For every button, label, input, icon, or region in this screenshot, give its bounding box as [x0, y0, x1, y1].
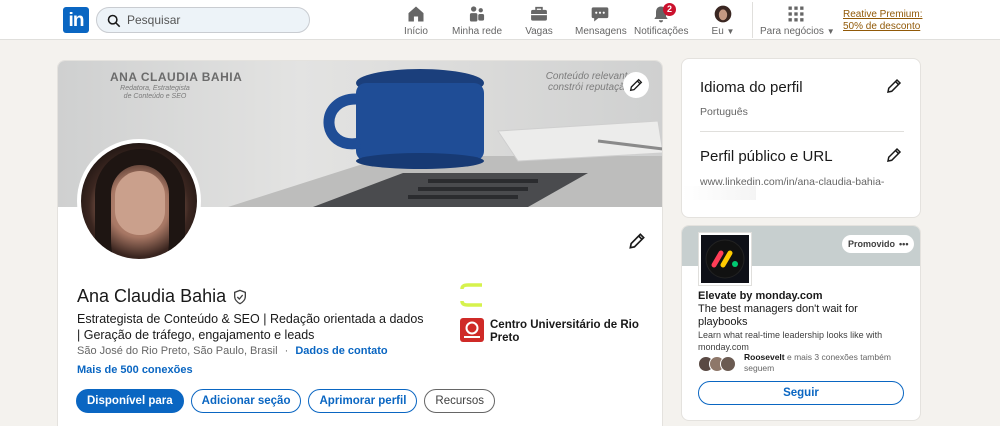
ad-connection-name: Roosevelt — [744, 352, 785, 362]
add-section-button[interactable]: Adicionar seção — [190, 389, 302, 413]
banner-slogan-text: Conteúdo relevante constrói reputação. — [545, 71, 633, 93]
ad-title[interactable]: Elevate by monday.com — [698, 290, 823, 302]
nav-jobs[interactable]: Vagas — [523, 4, 555, 38]
university-emblem-icon — [464, 321, 480, 338]
grid-icon — [788, 6, 804, 22]
profile-headline: Estrategista de Conteúdo & SEO | Redação… — [77, 312, 424, 342]
ad-description: Learn what real-time leadership looks li… — [698, 330, 883, 352]
profile-name-row: Ana Claudia Bahia — [77, 286, 248, 307]
nav-business-label-wrap: Para negócios ▼ — [760, 26, 835, 37]
promoted-ad-card: Promovido ••• Elevate by monday.com The … — [681, 225, 921, 421]
nav-jobs-label: Vagas — [525, 26, 553, 37]
nav-messaging[interactable]: Mensagens — [575, 4, 627, 38]
open-to-button[interactable]: Disponível para — [76, 389, 184, 413]
nav-network-label: Minha rede — [452, 26, 503, 37]
nav-business[interactable]: Para negócios ▼ — [760, 4, 835, 38]
profile-card: ANA CLAUDIA BAHIA Redatora, Estrategista… — [57, 60, 663, 426]
nav-notifications-label: Notificações — [634, 26, 689, 37]
premium-line-2: 50% de desconto — [843, 21, 921, 32]
nav-me-label-wrap: Eu ▼ — [706, 26, 740, 37]
connection-avatar — [720, 356, 736, 372]
resources-button[interactable]: Recursos — [424, 389, 495, 413]
education-logo[interactable] — [460, 318, 484, 342]
ad-social-proof: Roosevelt e mais 3 conexões também segue… — [744, 352, 914, 374]
connections-link[interactable]: Mais de 500 conexões — [77, 364, 193, 376]
education-name[interactable]: Centro Universitário de Rio Preto — [490, 319, 640, 345]
bell-icon-wrap: 2 — [651, 3, 676, 24]
current-company-logo[interactable] — [460, 283, 484, 307]
verified-shield-icon[interactable] — [232, 289, 248, 305]
search-box[interactable] — [96, 7, 310, 33]
nav-divider — [752, 2, 753, 38]
profile-name: Ana Claudia Bahia — [77, 286, 227, 306]
monday-logo[interactable] — [698, 232, 752, 286]
premium-line-1: Reative Premium: — [843, 9, 923, 20]
profile-location: São José do Rio Preto, São Paulo, Brasil — [77, 345, 278, 357]
premium-reactivate-link[interactable]: Reative Premium: 50% de desconto — [843, 9, 953, 33]
profile-location-row: São José do Rio Preto, São Paulo, Brasil… — [77, 345, 388, 357]
nav-notifications[interactable]: 2 Notificações — [634, 3, 689, 38]
messaging-icon — [591, 7, 609, 22]
edit-language-pencil-icon[interactable] — [885, 77, 903, 95]
profile-actions: Disponível para Adicionar seção Aprimora… — [76, 389, 495, 413]
avatar-icon — [714, 5, 732, 23]
search-icon — [107, 14, 121, 28]
edit-banner-button[interactable] — [623, 72, 649, 98]
notification-count-badge: 2 — [663, 3, 676, 16]
nav-me-label: Eu — [711, 26, 724, 37]
edit-intro-pencil-icon[interactable] — [627, 231, 647, 251]
home-icon — [408, 6, 424, 22]
promoted-text: Promovido — [848, 239, 896, 249]
nav-home-label: Início — [404, 26, 428, 37]
top-navigation-bar: in Início Minha rede Vagas Mensagens 2 N… — [0, 0, 1000, 40]
sidebar-divider — [700, 131, 904, 132]
profile-photo-hair — [95, 149, 185, 259]
pencil-icon — [629, 78, 643, 92]
chevron-down-icon: ▼ — [826, 27, 835, 36]
edit-url-pencil-icon[interactable] — [885, 146, 903, 164]
contact-info-link[interactable]: Dados de contato — [295, 345, 387, 357]
nav-network[interactable]: Minha rede — [452, 4, 502, 38]
briefcase-icon — [531, 6, 547, 21]
ad-headline: The best managers don't wait for playboo… — [698, 303, 858, 328]
redacted-url-overlay — [682, 186, 756, 200]
monday-logo-inner — [701, 235, 749, 283]
public-profile-title: Perfil público e URL — [700, 148, 833, 165]
location-separator: · — [284, 345, 289, 357]
profile-photo[interactable] — [77, 139, 201, 263]
nav-business-label: Para negócios — [760, 26, 824, 37]
more-options-icon[interactable]: ••• — [899, 235, 908, 253]
monday-brand-icon — [705, 239, 745, 279]
nav-messaging-label: Mensagens — [575, 26, 627, 37]
connection-avatars — [698, 356, 736, 372]
profile-language-title: Idioma do perfil — [700, 79, 803, 96]
search-input[interactable] — [127, 11, 297, 29]
network-icon — [469, 6, 485, 22]
banner-role-text: Redatora, Estrategista de Conteúdo e SEO — [120, 85, 190, 100]
nav-me[interactable]: Eu ▼ — [706, 4, 740, 38]
follow-button[interactable]: Seguir — [698, 381, 904, 405]
banner-name-text: ANA CLAUDIA BAHIA — [110, 70, 243, 84]
nav-home[interactable]: Início — [398, 4, 434, 38]
promoted-label[interactable]: Promovido ••• — [842, 235, 915, 253]
improve-profile-button[interactable]: Aprimorar perfil — [308, 389, 418, 413]
profile-language-value: Português — [700, 106, 748, 118]
linkedin-logo[interactable]: in — [63, 7, 89, 33]
profile-settings-card: Idioma do perfil Português Perfil públic… — [681, 58, 921, 218]
chevron-down-icon: ▼ — [726, 27, 735, 36]
